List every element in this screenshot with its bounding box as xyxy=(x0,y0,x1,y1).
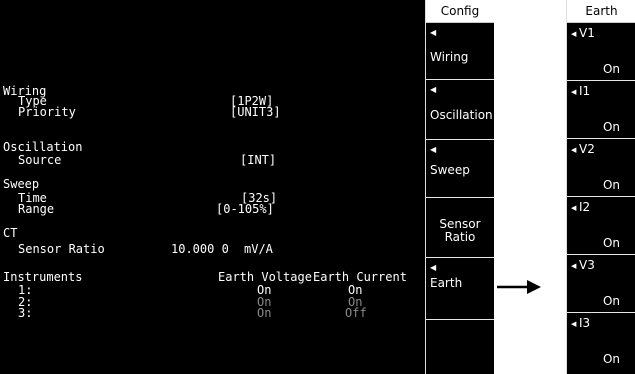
softkey-sensor-ratio[interactable]: Sensor Ratio xyxy=(426,198,494,258)
earth-key-i3-label: I3 xyxy=(579,316,591,330)
ct-heading: CT xyxy=(3,226,18,240)
earth-key-v2-label: V2 xyxy=(579,142,595,156)
earth-key-i3-value: On xyxy=(602,352,620,366)
softkey-earth[interactable]: ◀ Earth xyxy=(426,258,494,320)
earth-key-i2[interactable]: ◀ I2 On xyxy=(567,197,635,255)
earth-key-i3[interactable]: ◀ I3 On xyxy=(567,313,635,370)
config-menu-title: Config xyxy=(426,0,494,23)
triangle-left-icon: ◀ xyxy=(571,88,577,96)
arrow-right-icon xyxy=(497,280,541,294)
softkey-wiring-label: Wiring xyxy=(430,50,469,64)
softkey-sensor-ratio-label-2: Ratio xyxy=(444,230,476,244)
instrument-3-voltage: On xyxy=(257,306,272,320)
earth-key-i1-label: I1 xyxy=(579,84,591,98)
earth-key-i1-value: On xyxy=(602,120,620,134)
triangle-left-icon: ◀ xyxy=(430,85,437,94)
wiring-priority-value: [UNIT3] xyxy=(230,105,281,119)
wiring-priority-label: Priority xyxy=(18,105,76,119)
earth-key-i2-value: On xyxy=(602,236,620,250)
softkey-oscillation[interactable]: ◀ Oscillation xyxy=(426,80,494,140)
earth-menu-title: Earth xyxy=(567,0,635,23)
earth-key-v3-label: V3 xyxy=(579,258,595,272)
triangle-left-icon: ◀ xyxy=(430,263,437,272)
oscillation-source-value: [INT] xyxy=(240,153,277,167)
earth-key-v3-value: On xyxy=(602,294,620,308)
sweep-heading: Sweep xyxy=(3,177,40,191)
sweep-range-label: Range xyxy=(18,202,55,216)
earth-key-v1[interactable]: ◀ V1 On xyxy=(567,23,635,81)
ct-ratio-label: Sensor Ratio xyxy=(18,242,105,256)
earth-key-i2-label: I2 xyxy=(579,200,591,214)
softkey-wiring[interactable]: ◀ Wiring xyxy=(426,23,494,80)
triangle-left-icon: ◀ xyxy=(430,145,437,154)
softkey-oscillation-label: Oscillation xyxy=(430,108,493,122)
earth-key-v3[interactable]: ◀ V3 On xyxy=(567,255,635,313)
triangle-left-icon: ◀ xyxy=(571,204,577,212)
triangle-left-icon: ◀ xyxy=(571,262,577,270)
instruments-heading: Instruments xyxy=(3,270,83,284)
triangle-left-icon: ◀ xyxy=(571,320,577,328)
earth-key-i1[interactable]: ◀ I1 On xyxy=(567,81,635,139)
softkey-earth-label: Earth xyxy=(430,276,463,290)
main-display: Wiring Type [1P2W] Priority [UNIT3] Osci… xyxy=(0,0,425,374)
oscillation-source-label: Source xyxy=(18,153,62,167)
earth-key-v1-value: On xyxy=(602,62,620,76)
earth-key-v2-value: On xyxy=(602,178,620,192)
earth-key-v1-label: V1 xyxy=(579,26,595,40)
softkey-blank xyxy=(426,320,494,374)
triangle-left-icon: ◀ xyxy=(571,146,577,154)
sweep-range-value: [0-105%] xyxy=(216,202,274,216)
earth-key-v2[interactable]: ◀ V2 On xyxy=(567,139,635,197)
softkey-sweep[interactable]: ◀ Sweep xyxy=(426,140,494,198)
ct-ratio-unit: mV/A xyxy=(244,242,273,256)
config-softkey-menu: Config ◀ Wiring ◀ Oscillation ◀ Sweep Se… xyxy=(425,0,494,374)
earth-softkey-menu: Earth ◀ V1 On ◀ I1 On ◀ V2 On ◀ I2 On ◀ … xyxy=(566,0,635,374)
triangle-left-icon: ◀ xyxy=(430,28,437,37)
instrument-3-label: 3: xyxy=(18,306,33,320)
triangle-left-icon: ◀ xyxy=(571,30,577,38)
ct-ratio-value: 10.000 0 xyxy=(171,242,229,256)
instrument-3-current: Off xyxy=(345,306,367,320)
softkey-sweep-label: Sweep xyxy=(430,163,470,177)
